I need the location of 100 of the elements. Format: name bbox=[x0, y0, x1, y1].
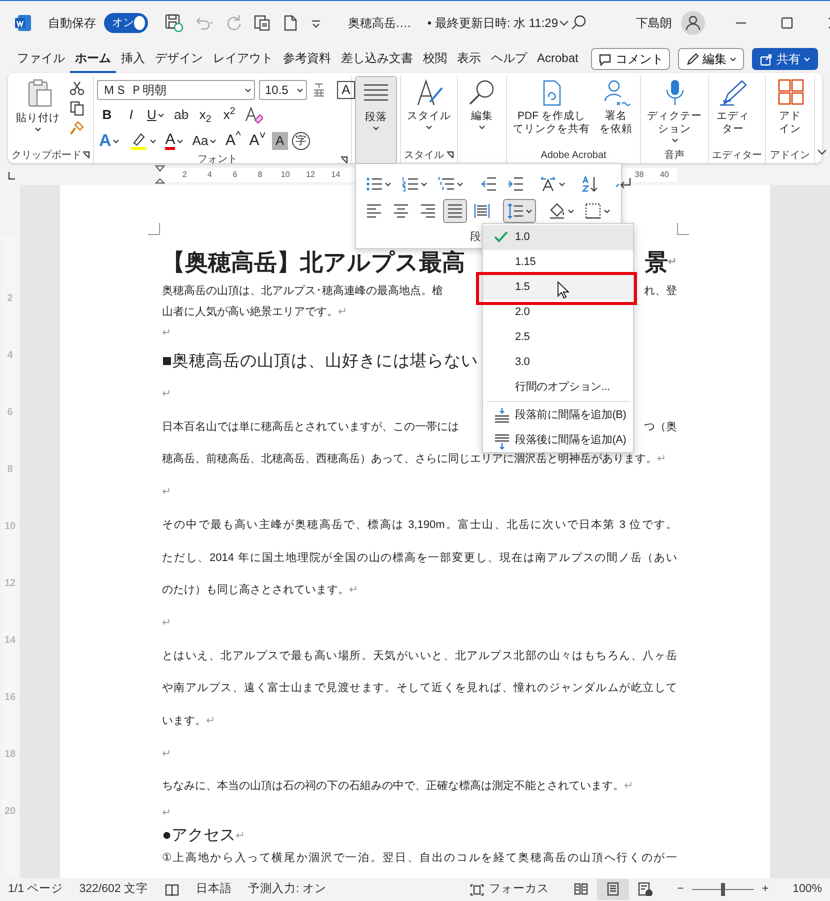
document-title: 景 bbox=[644, 248, 668, 277]
paragraph-mark: ↵ bbox=[668, 254, 677, 270]
menu-item[interactable]: 1.5 bbox=[483, 275, 633, 300]
sign-button[interactable]: 署名 を依頼 bbox=[595, 76, 637, 147]
text-effects-button[interactable]: A bbox=[97, 130, 122, 152]
body-text: 穂高岳、前穂高岳、北穂高岳、西穂高岳）あって、さらに同じエリアに涸沢岳と明神岳があります。 bbox=[162, 452, 657, 468]
body-text: 山者に人気が高い絶景エリアです。 bbox=[162, 304, 338, 320]
zoom-in-button[interactable]: + bbox=[762, 880, 769, 898]
language-indicator[interactable]: 日本語 bbox=[196, 880, 232, 898]
bold-button[interactable]: B bbox=[97, 104, 117, 126]
edit-button[interactable]: 編集 bbox=[678, 48, 744, 70]
strikethrough-button[interactable]: ab bbox=[171, 104, 192, 126]
enclose-character-button[interactable]: 字 bbox=[292, 132, 310, 150]
script-button[interactable]: x$^{2}$ bbox=[219, 104, 240, 126]
highlighter-icon[interactable] bbox=[128, 131, 148, 151]
text-prediction-status[interactable]: 予測入力: オン bbox=[248, 880, 326, 898]
indent-marker-icon[interactable] bbox=[155, 165, 165, 185]
menu-tab[interactable]: 差し込み文書 bbox=[336, 46, 418, 72]
paste-button[interactable]: 貼り付け bbox=[13, 76, 63, 135]
line-spacing-button[interactable] bbox=[503, 198, 536, 222]
menu-tab[interactable]: 校閲 bbox=[418, 46, 452, 72]
share-button[interactable]: 共有 bbox=[752, 48, 818, 70]
scissors-icon[interactable] bbox=[69, 80, 85, 96]
word-count[interactable]: 322/602 文字 bbox=[79, 880, 148, 898]
font-name-field[interactable]: ＭＳ Ｐ明朝 bbox=[97, 80, 255, 100]
menu-item[interactable]: 段落前に間隔を追加(B) bbox=[483, 403, 633, 428]
styles-button[interactable]: スタイル bbox=[404, 76, 454, 147]
menu-tab[interactable]: レイアウト bbox=[208, 46, 278, 72]
script-button[interactable]: x$_{2}$ bbox=[195, 104, 216, 126]
change-case-button[interactable]: Aa bbox=[190, 130, 220, 152]
body-text: 日本百名山では単に穂高岳とされていますが、この一帯には bbox=[162, 420, 459, 435]
distributed-icon bbox=[473, 202, 491, 220]
body-text: ちなみに、本当の山頂は石の祠の下の石組みの中で、正確な標高は測定不能とされています。 bbox=[162, 778, 624, 794]
zoom-slider-thumb[interactable] bbox=[720, 883, 725, 896]
section-heading: ●アクセス bbox=[162, 826, 236, 846]
autosave-toggle[interactable]: オン bbox=[104, 13, 148, 33]
body-text: その中で最も高い主峰が奥穂高岳で、標高は 3,190m。富士山、北岳に次いで日本第 3 位です。 bbox=[162, 518, 677, 533]
ruler-number: 14 bbox=[330, 169, 342, 181]
find-button[interactable]: 編集 bbox=[461, 76, 503, 147]
pencil-icon bbox=[685, 52, 700, 66]
menu-item[interactable]: 段落後に間隔を追加(A) bbox=[483, 428, 633, 453]
menu-item[interactable]: 2.0 bbox=[483, 300, 633, 325]
document-copy-icon[interactable] bbox=[252, 13, 272, 33]
page-count[interactable]: 1/1 ページ bbox=[8, 880, 64, 898]
book-icon[interactable] bbox=[164, 882, 180, 896]
paragraph-mark: ↵ bbox=[338, 305, 348, 320]
print-layout-button[interactable] bbox=[597, 878, 630, 900]
dialog-launcher-icon[interactable] bbox=[82, 151, 90, 159]
zoom-out-button[interactable]: − bbox=[677, 880, 684, 898]
group-label: スタイル bbox=[404, 148, 444, 162]
last-saved-info: • 最終更新日時: 水 11:29 bbox=[427, 15, 558, 32]
menu-item[interactable]: 1.15 bbox=[483, 250, 633, 275]
menu-tab[interactable]: ファイル bbox=[12, 46, 70, 72]
editor-button[interactable]: エディ ター bbox=[712, 76, 754, 147]
menu-item[interactable]: 3.0 bbox=[483, 350, 633, 375]
menu-tab[interactable]: ヘルプ bbox=[486, 46, 532, 72]
borders-icon bbox=[584, 202, 602, 220]
clear-formatting-icon[interactable] bbox=[243, 105, 264, 125]
caret-icon bbox=[34, 125, 42, 133]
pdf-button[interactable]: PDF を作成し てリンクを共有 bbox=[510, 76, 593, 147]
search-icon[interactable] bbox=[570, 14, 588, 32]
menu-tab[interactable]: Acrobat bbox=[532, 46, 584, 72]
focus-button[interactable]: フォーカス bbox=[469, 880, 550, 898]
maximize-icon[interactable] bbox=[780, 16, 794, 30]
phonetic-guide-icon[interactable] bbox=[311, 81, 327, 99]
character-shading-button[interactable]: A bbox=[272, 132, 288, 150]
dictate-button[interactable]: ディクテー ション bbox=[644, 76, 705, 147]
justify-button[interactable] bbox=[443, 198, 467, 222]
copy-icon[interactable] bbox=[69, 100, 85, 116]
shrink-font-button[interactable]: A$^{˅}$ bbox=[247, 130, 268, 152]
bulleted-list-icon bbox=[365, 174, 383, 192]
user-name: 下島朗 bbox=[636, 15, 672, 32]
menu-tab[interactable]: 表示 bbox=[452, 46, 486, 72]
avatar-icon[interactable] bbox=[680, 10, 706, 36]
comment-button[interactable]: コメント bbox=[591, 48, 670, 70]
asian-layout-icon bbox=[539, 174, 557, 192]
web-layout-icon bbox=[637, 882, 654, 896]
zoom-level[interactable]: 100% bbox=[792, 880, 822, 898]
addins-button[interactable]: アド イン bbox=[769, 76, 811, 147]
paragraph-mark: ↵ bbox=[624, 779, 634, 794]
document-name: 奥穂高岳.… bbox=[348, 15, 412, 32]
menu-item[interactable]: 2.5 bbox=[483, 325, 633, 350]
paragraph-mark: ↵ bbox=[162, 806, 172, 822]
tab-selector-icon[interactable] bbox=[6, 170, 16, 181]
font-size-field[interactable]: 10.5 bbox=[259, 80, 307, 100]
menu-tab[interactable]: 挿入 bbox=[116, 46, 150, 72]
sort-icon bbox=[581, 174, 599, 192]
menu-item[interactable]: 行間のオプション... bbox=[483, 375, 633, 400]
character-border-button[interactable]: A bbox=[337, 81, 355, 99]
menu-tab[interactable]: デザイン bbox=[150, 46, 208, 72]
menu-tab[interactable]: 参考資料 bbox=[278, 46, 336, 72]
dialog-launcher-icon[interactable] bbox=[446, 151, 454, 159]
menu-item[interactable]: 1.0 bbox=[483, 225, 633, 250]
grow-font-button[interactable]: A$^{^}$ bbox=[223, 130, 244, 152]
dialog-launcher-icon[interactable] bbox=[340, 156, 348, 164]
italic-button[interactable]: I bbox=[121, 104, 141, 126]
underline-button[interactable]: U bbox=[145, 104, 168, 126]
font-color-button[interactable]: A bbox=[163, 130, 186, 152]
save-icon[interactable] bbox=[164, 13, 184, 33]
paragraph-button[interactable]: 段落 bbox=[355, 76, 397, 164]
